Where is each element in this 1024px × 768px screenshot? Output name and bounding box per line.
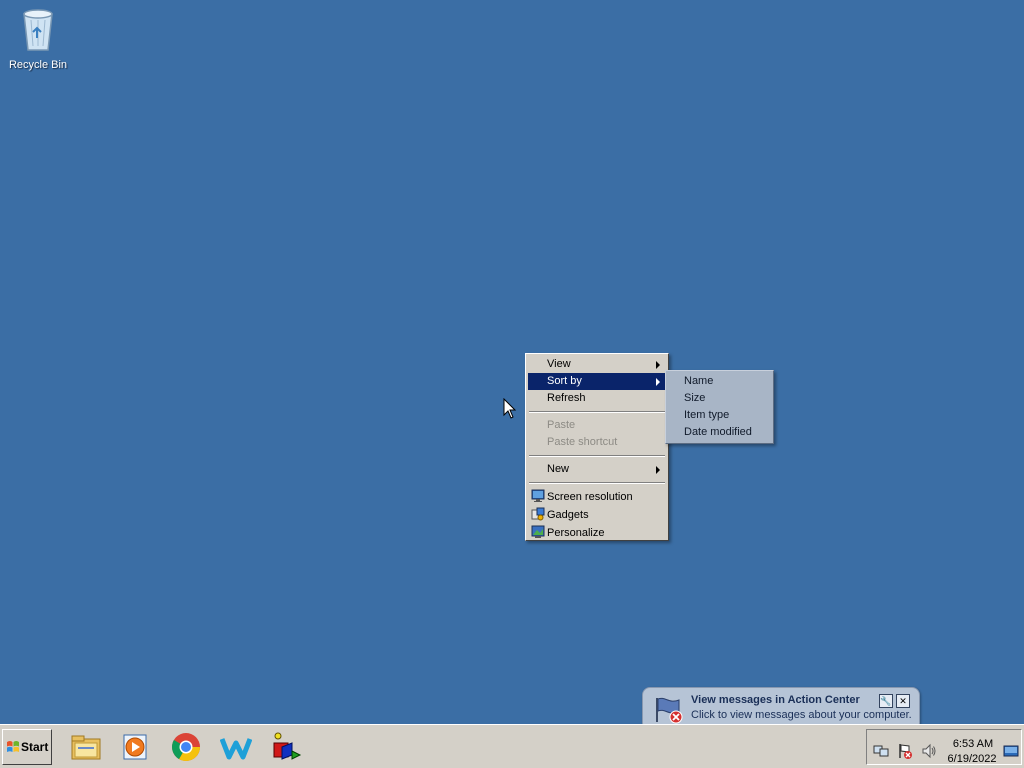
menu-item-label: Personalize [547, 527, 605, 539]
menu-item-view[interactable]: View [528, 356, 666, 373]
menu-item-personalize[interactable]: Personalize [528, 524, 666, 542]
submenu-arrow-icon [656, 378, 660, 386]
shapes-app-icon[interactable] [270, 731, 302, 763]
system-tray: 6:53 AM 6/19/2022 [866, 729, 1022, 765]
taskbar: Start 6:53 AM 6/19/2022 [0, 724, 1024, 768]
desktop-context-menu: View Sort by Refresh Paste Paste shortcu… [525, 353, 669, 541]
menu-item-label: Paste shortcut [547, 436, 618, 448]
menu-item-label: View [547, 358, 571, 370]
notification-settings-button[interactable]: 🔧 [879, 694, 893, 708]
action-center-flag-icon [656, 697, 683, 724]
notification-close-button[interactable]: ✕ [896, 694, 910, 708]
network-icon[interactable] [873, 743, 889, 759]
volume-icon[interactable] [921, 743, 937, 759]
menu-item-label: Refresh [547, 392, 586, 404]
chrome-icon[interactable] [170, 731, 202, 763]
menu-item-label: Sort by [547, 375, 582, 387]
submenu-arrow-icon [656, 361, 660, 369]
windows-logo-icon [7, 741, 19, 752]
personalize-icon [531, 525, 545, 538]
menu-item-label: Gadgets [547, 509, 589, 521]
menu-separator [529, 482, 665, 484]
desktop-icon-label: Recycle Bin [8, 59, 68, 71]
menu-item-label: Paste [547, 419, 576, 431]
clock-time[interactable]: 6:53 AM [951, 738, 995, 750]
action-center-icon[interactable] [897, 743, 913, 759]
sort-by-submenu: Name Size Item type Date modified [665, 370, 774, 444]
start-button[interactable]: Start [2, 729, 52, 765]
menu-item-new[interactable]: New [528, 461, 666, 478]
submenu-item-name[interactable]: Name [668, 373, 771, 390]
menu-item-paste: Paste [528, 417, 666, 434]
show-desktop-icon[interactable] [1003, 743, 1019, 759]
submenu-arrow-icon [656, 466, 660, 474]
clock-date[interactable]: 6/19/2022 [947, 753, 997, 765]
submenu-item-label: Size [684, 392, 706, 404]
desktop-icon-recycle-bin[interactable]: Recycle Bin [6, 6, 70, 71]
gadgets-icon [531, 507, 545, 521]
menu-item-refresh[interactable]: Refresh [528, 390, 666, 407]
menu-item-label: New [547, 463, 570, 475]
submenu-item-date-modified[interactable]: Date modified [668, 424, 771, 441]
submenu-item-label: Item type [684, 409, 730, 421]
media-player-icon[interactable] [120, 731, 152, 763]
menu-item-screen-resolution[interactable]: Screen resolution [528, 488, 666, 506]
submenu-item-label: Name [684, 375, 714, 387]
file-explorer-icon[interactable] [70, 731, 102, 763]
mouse-cursor-icon [503, 398, 517, 419]
menu-item-label: Screen resolution [547, 491, 633, 503]
menu-separator [529, 455, 665, 457]
recycle-bin-icon [23, 9, 53, 51]
menu-item-paste-shortcut: Paste shortcut [528, 434, 666, 451]
menu-item-sort-by[interactable]: Sort by [528, 373, 666, 390]
notification-text: Click to view messages about your comput… [691, 709, 912, 721]
menu-item-gadgets[interactable]: Gadgets [528, 506, 666, 524]
menu-separator [529, 411, 665, 413]
submenu-item-size[interactable]: Size [668, 390, 771, 407]
notification-title: View messages in Action Center [691, 694, 860, 706]
w-app-icon[interactable] [220, 731, 252, 763]
screen-resolution-icon [531, 489, 545, 502]
submenu-item-item-type[interactable]: Item type [668, 407, 771, 424]
start-label: Start [21, 740, 49, 754]
submenu-item-label: Date modified [684, 426, 752, 438]
